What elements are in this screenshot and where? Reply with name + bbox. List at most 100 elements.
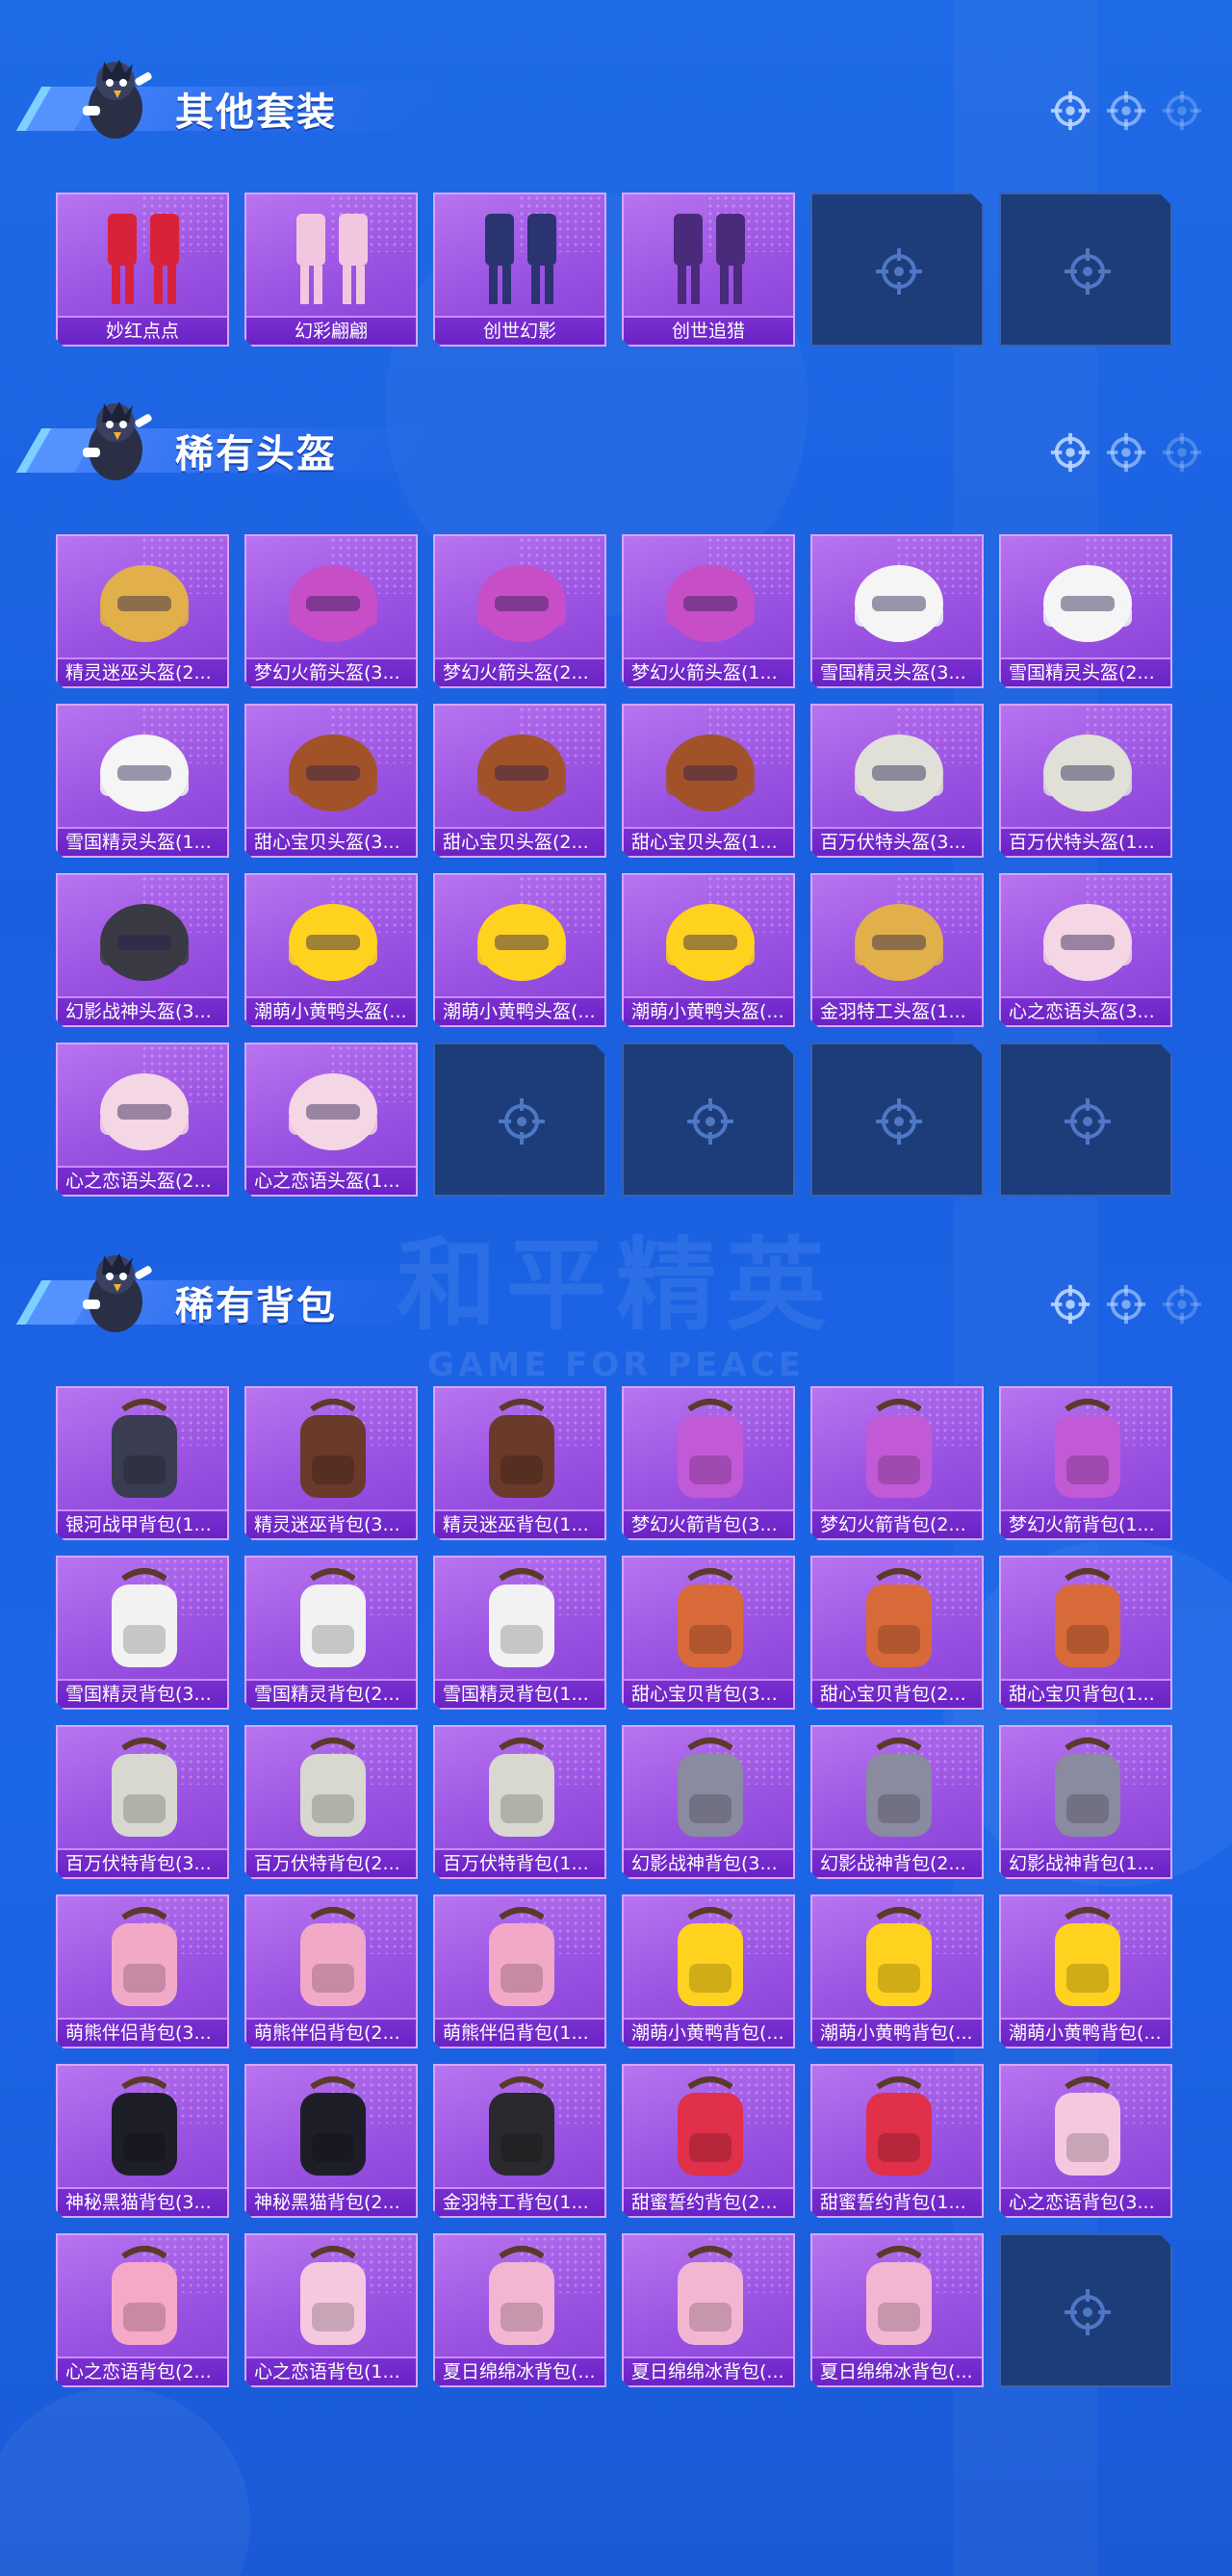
item-label: 幻影战神背包(2... bbox=[812, 1848, 982, 1877]
item-label: 百万伏特背包(2... bbox=[246, 1848, 416, 1877]
item-label: 甜心宝贝头盔(1... bbox=[624, 827, 793, 856]
empty-slot bbox=[433, 1043, 606, 1197]
item-label: 雪国精灵头盔(3... bbox=[812, 657, 982, 686]
item-card[interactable]: 甜心宝贝背包(2... bbox=[810, 1556, 984, 1710]
crosshair-icon bbox=[874, 246, 924, 296]
item-card[interactable]: 幻影战神头盔(3... bbox=[56, 873, 229, 1027]
item-label: 雪国精灵头盔(1... bbox=[58, 827, 227, 856]
item-card[interactable]: 雪国精灵背包(1... bbox=[433, 1556, 606, 1710]
item-card[interactable]: 梦幻火箭头盔(3... bbox=[244, 534, 418, 688]
item-card[interactable]: 雪国精灵头盔(2... bbox=[999, 534, 1172, 688]
item-card[interactable]: 心之恋语头盔(3... bbox=[999, 873, 1172, 1027]
item-card[interactable]: 心之恋语头盔(1... bbox=[244, 1043, 418, 1197]
item-card[interactable]: 甜心宝贝背包(3... bbox=[622, 1556, 795, 1710]
purple-armor-suit-icon bbox=[624, 194, 795, 318]
item-card[interactable]: 心之恋语背包(2... bbox=[56, 2233, 229, 2387]
item-card[interactable]: 心之恋语背包(3... bbox=[999, 2064, 1172, 2218]
item-card[interactable]: 妙红点点 bbox=[56, 193, 229, 347]
item-label: 甜心宝贝背包(1... bbox=[1001, 1679, 1170, 1708]
item-card[interactable]: 幻彩翩翩 bbox=[244, 193, 418, 347]
item-label: 潮萌小黄鸭头盔(... bbox=[246, 996, 416, 1025]
section-header: 稀有头盔 bbox=[15, 390, 1203, 496]
item-card[interactable]: 萌熊伴侣背包(2... bbox=[244, 1894, 418, 2048]
item-card[interactable]: 萌熊伴侣背包(1... bbox=[433, 1894, 606, 2048]
item-card[interactable]: 潮萌小黄鸭头盔(... bbox=[622, 873, 795, 1027]
item-label: 幻影战神背包(3... bbox=[624, 1848, 793, 1877]
item-card[interactable]: 梦幻火箭背包(3... bbox=[622, 1386, 795, 1540]
item-card[interactable]: 夏日绵绵冰背包(... bbox=[622, 2233, 795, 2387]
item-card[interactable]: 幻影战神背包(2... bbox=[810, 1725, 984, 1879]
item-card[interactable]: 甜心宝贝头盔(1... bbox=[622, 704, 795, 858]
item-card[interactable]: 萌熊伴侣背包(3... bbox=[56, 1894, 229, 2048]
item-card[interactable]: 百万伏特头盔(1... bbox=[999, 704, 1172, 858]
item-card[interactable]: 百万伏特背包(2... bbox=[244, 1725, 418, 1879]
item-label: 甜心宝贝背包(3... bbox=[624, 1679, 793, 1708]
item-card[interactable]: 甜蜜誓约背包(1... bbox=[810, 2064, 984, 2218]
item-card[interactable]: 雪国精灵背包(3... bbox=[56, 1556, 229, 1710]
sweet-cake-helmet-icon bbox=[246, 706, 418, 829]
item-card[interactable]: 精灵迷巫背包(3... bbox=[244, 1386, 418, 1540]
item-card[interactable]: 创世幻影 bbox=[433, 193, 606, 347]
item-card[interactable]: 百万伏特背包(3... bbox=[56, 1725, 229, 1879]
duck-backpack-icon bbox=[1001, 1896, 1172, 2020]
item-card[interactable]: 甜蜜誓约背包(2... bbox=[622, 2064, 795, 2218]
item-card[interactable]: 梦幻火箭背包(2... bbox=[810, 1386, 984, 1540]
item-label: 甜心宝贝头盔(2... bbox=[435, 827, 604, 856]
item-card[interactable]: 精灵迷巫头盔(2... bbox=[56, 534, 229, 688]
duck-helmet-icon bbox=[624, 875, 795, 998]
crosshair-decoration bbox=[1049, 89, 1203, 133]
crosshair-icon bbox=[497, 1096, 547, 1146]
cake-backpack-icon bbox=[624, 1558, 795, 1681]
item-card[interactable]: 神秘黑猫背包(2... bbox=[244, 2064, 418, 2218]
item-card[interactable]: 银河战甲背包(1... bbox=[56, 1386, 229, 1540]
item-card[interactable]: 百万伏特背包(1... bbox=[433, 1725, 606, 1879]
item-card[interactable]: 梦幻火箭背包(1... bbox=[999, 1386, 1172, 1540]
item-label: 心之恋语头盔(3... bbox=[1001, 996, 1170, 1025]
item-label: 心之恋语背包(3... bbox=[1001, 2187, 1170, 2216]
item-card[interactable]: 雪国精灵头盔(3... bbox=[810, 534, 984, 688]
item-card[interactable]: 百万伏特头盔(3... bbox=[810, 704, 984, 858]
item-card[interactable]: 神秘黑猫背包(3... bbox=[56, 2064, 229, 2218]
item-card[interactable]: 心之恋语背包(1... bbox=[244, 2233, 418, 2387]
item-grid: 妙红点点 幻彩翩翩 创世幻影 创世追猎 bbox=[56, 193, 1176, 347]
item-card[interactable]: 潮萌小黄鸭背包(... bbox=[810, 1894, 984, 2048]
item-card[interactable]: 潮萌小黄鸭头盔(... bbox=[433, 873, 606, 1027]
item-card[interactable]: 金羽特工头盔(1... bbox=[810, 873, 984, 1027]
item-card[interactable]: 梦幻火箭头盔(2... bbox=[433, 534, 606, 688]
item-card[interactable]: 幻影战神背包(1... bbox=[999, 1725, 1172, 1879]
item-card[interactable]: 甜心宝贝头盔(2... bbox=[433, 704, 606, 858]
black-cat-backpack-icon bbox=[58, 2066, 229, 2189]
item-card[interactable]: 夏日绵绵冰背包(... bbox=[810, 2233, 984, 2387]
rocket-helmet-icon bbox=[246, 536, 418, 659]
red-bow-backpack-icon bbox=[812, 2066, 984, 2189]
item-card[interactable]: 雪国精灵背包(2... bbox=[244, 1556, 418, 1710]
icecream-backpack-icon bbox=[624, 2235, 795, 2358]
gold-winged-helmet-icon bbox=[58, 536, 229, 659]
blue-armor-suit-icon bbox=[435, 194, 606, 318]
item-card[interactable]: 梦幻火箭头盔(1... bbox=[622, 534, 795, 688]
item-card[interactable]: 甜心宝贝背包(1... bbox=[999, 1556, 1172, 1710]
item-label: 潮萌小黄鸭背包(... bbox=[812, 2018, 982, 2047]
item-card[interactable]: 夏日绵绵冰背包(... bbox=[433, 2233, 606, 2387]
item-card[interactable]: 创世追猎 bbox=[622, 193, 795, 347]
item-card[interactable]: 心之恋语头盔(2... bbox=[56, 1043, 229, 1197]
red-dress-outfit-icon bbox=[58, 194, 229, 318]
item-card[interactable]: 潮萌小黄鸭头盔(... bbox=[244, 873, 418, 1027]
item-label: 潮萌小黄鸭头盔(... bbox=[435, 996, 604, 1025]
item-card[interactable]: 雪国精灵头盔(1... bbox=[56, 704, 229, 858]
bear-backpack-icon bbox=[58, 1896, 229, 2020]
item-card[interactable]: 精灵迷巫背包(1... bbox=[433, 1386, 606, 1540]
item-label: 银河战甲背包(1... bbox=[58, 1509, 227, 1538]
item-card[interactable]: 潮萌小黄鸭背包(... bbox=[999, 1894, 1172, 2048]
item-card[interactable]: 金羽特工背包(1... bbox=[433, 2064, 606, 2218]
item-card[interactable]: 幻影战神背包(3... bbox=[622, 1725, 795, 1879]
item-card[interactable]: 甜心宝贝头盔(3... bbox=[244, 704, 418, 858]
item-label: 心之恋语背包(2... bbox=[58, 2357, 227, 2385]
treasure-chest-backpack-icon bbox=[435, 1388, 606, 1511]
item-label: 神秘黑猫背包(3... bbox=[58, 2187, 227, 2216]
item-card[interactable]: 潮萌小黄鸭背包(... bbox=[622, 1894, 795, 2048]
item-label: 夏日绵绵冰背包(... bbox=[812, 2357, 982, 2385]
duck-backpack-icon bbox=[624, 1896, 795, 2020]
volt-backpack-icon bbox=[58, 1727, 229, 1850]
rocket-helmet-icon bbox=[624, 536, 795, 659]
